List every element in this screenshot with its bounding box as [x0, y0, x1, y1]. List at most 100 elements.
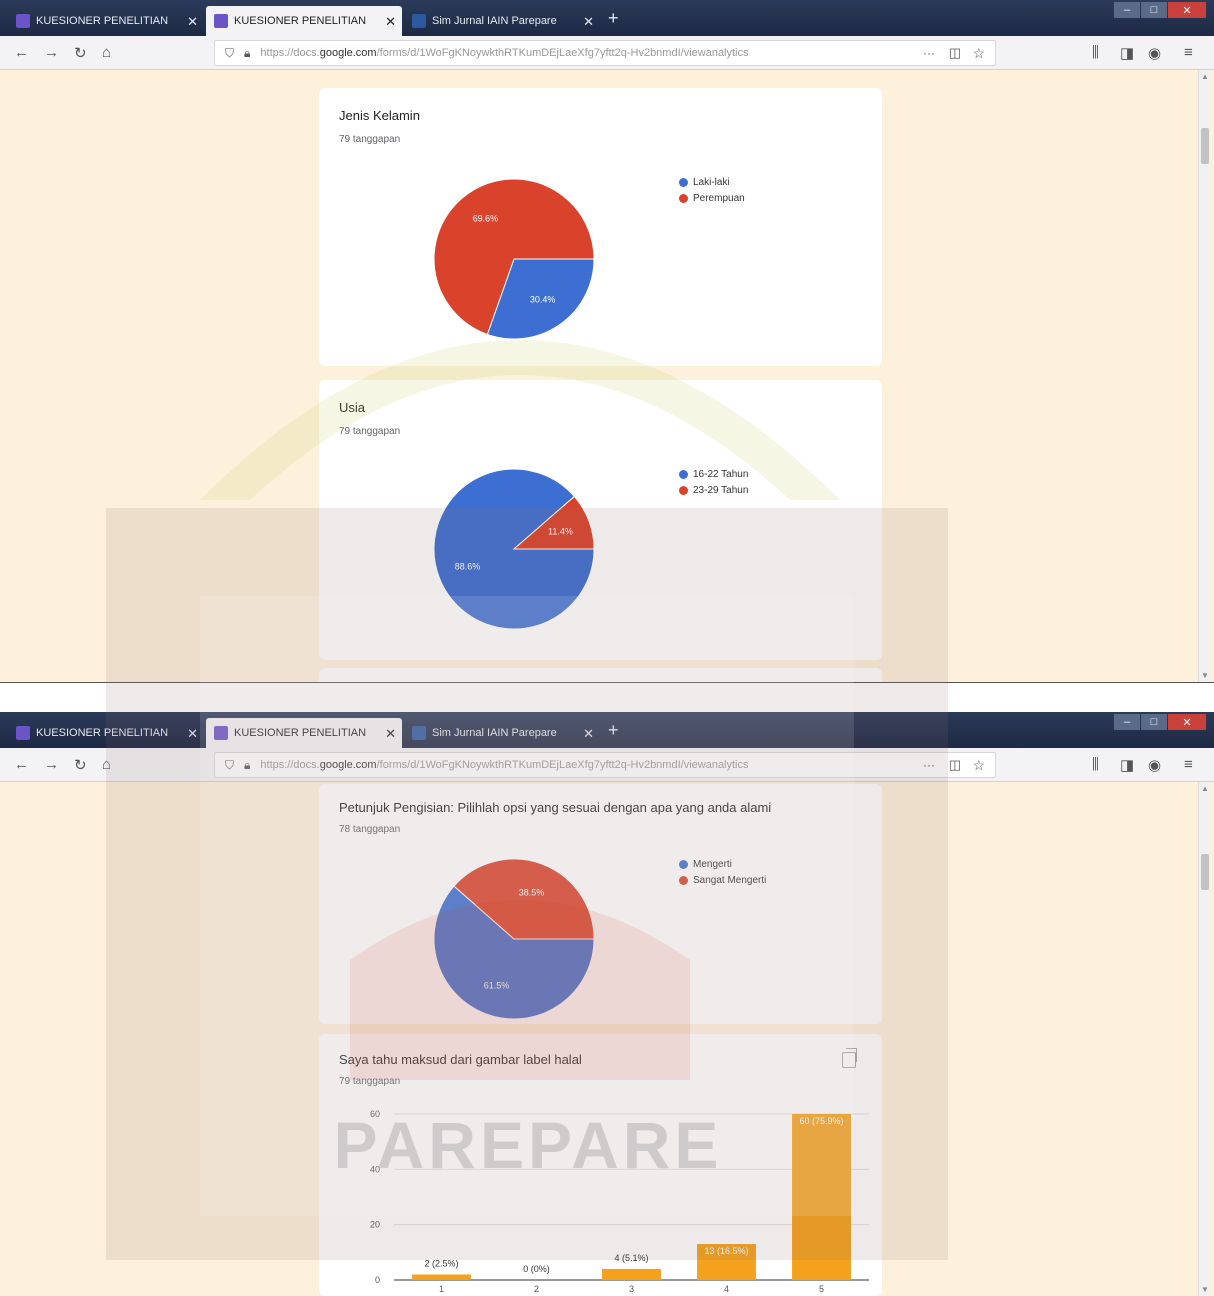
close-tab-icon[interactable]: ✕: [583, 726, 594, 742]
pocket-icon[interactable]: ◫: [949, 45, 961, 61]
tab-kuesioner-2[interactable]: KUESIONER PENELITIAN ✕: [206, 6, 402, 36]
journal-icon: [412, 726, 426, 740]
home-icon[interactable]: ⌂: [102, 756, 111, 773]
bar-data-label: 60 (75.9%): [799, 1116, 843, 1126]
tab-kuesioner-1[interactable]: KUESIONER PENELITIAN ✕: [8, 6, 204, 36]
legend-item-perempuan[interactable]: Perempuan: [679, 190, 745, 206]
scroll-thumb[interactable]: [1201, 128, 1209, 164]
close-tab-icon[interactable]: ✕: [583, 14, 594, 30]
legend-swatch: [679, 177, 688, 187]
tab-bar: KUESIONER PENELITIAN ✕ KUESIONER PENELIT…: [0, 0, 1214, 36]
question-title: Saya tahu maksud dari gambar label halal: [339, 1052, 582, 1067]
menu-icon[interactable]: ≡: [1184, 44, 1193, 61]
legend-item-sangat-mengerti[interactable]: Sangat Mengerti: [679, 872, 766, 888]
copy-chart-icon[interactable]: [842, 1048, 857, 1068]
shield-icon[interactable]: ⛉: [225, 46, 234, 61]
address-bar[interactable]: ⛉ 🔒︎ https://docs.google.com/forms/d/1Wo…: [214, 752, 996, 778]
menu-icon[interactable]: ≡: [1184, 756, 1193, 773]
instruction-pie-chart: 61.5% 38.5%: [433, 858, 595, 1020]
tab-bar: KUESIONER PENELITIAN ✕ KUESIONER PENELIT…: [0, 712, 1214, 748]
scroll-up-icon[interactable]: ▲: [1199, 784, 1211, 793]
close-tab-icon[interactable]: ✕: [385, 726, 396, 742]
scroll-up-icon[interactable]: ▲: [1199, 72, 1211, 81]
library-icon[interactable]: ⫼: [1092, 44, 1099, 61]
age-question-card: Usia 79 tanggapan 88.6% 11.4% 16-22 Tahun…: [319, 380, 882, 660]
back-icon[interactable]: ←: [14, 44, 29, 61]
address-bar[interactable]: ⛉ 🔒︎ https://docs.google.com/forms/d/1Wo…: [214, 40, 996, 66]
home-icon[interactable]: ⌂: [102, 44, 111, 61]
forms-icon: [214, 14, 228, 28]
new-tab-icon[interactable]: +: [608, 8, 619, 29]
bar-data-label: 2 (2.5%): [424, 1258, 458, 1268]
tab-sim-jurnal[interactable]: Sim Jurnal IAIN Parepare ✕: [404, 6, 600, 36]
bar-3[interactable]: [602, 1268, 661, 1280]
legend-swatch: [679, 859, 688, 869]
tab-kuesioner-2[interactable]: KUESIONER PENELITIAN ✕: [206, 718, 402, 748]
reload-icon[interactable]: ↻: [74, 44, 87, 62]
tab-kuesioner-1[interactable]: KUESIONER PENELITIAN ✕: [8, 718, 204, 748]
question-title: Usia: [339, 400, 366, 415]
legend-item-23-29[interactable]: 23-29 Tahun: [679, 482, 748, 498]
legend-item-16-22[interactable]: 16-22 Tahun: [679, 466, 748, 482]
shield-icon[interactable]: ⛉: [225, 758, 234, 773]
close-window-button[interactable]: ✕: [1168, 714, 1206, 730]
legend-item-mengerti[interactable]: Mengerti: [679, 856, 766, 872]
close-window-button[interactable]: ✕: [1168, 2, 1206, 18]
url-text[interactable]: https://docs.google.com/forms/d/1WoFgKNo…: [260, 759, 820, 771]
back-icon[interactable]: ←: [14, 756, 29, 773]
minimize-button[interactable]: –: [1114, 714, 1140, 730]
pie-slice-label: 69.6%: [473, 214, 499, 224]
tab-sim-jurnal[interactable]: Sim Jurnal IAIN Parepare ✕: [404, 718, 600, 748]
window-controls: – □ ✕: [1113, 714, 1206, 730]
page-scrollbar[interactable]: ▲ ▼: [1198, 782, 1210, 1296]
maximize-button[interactable]: □: [1141, 714, 1167, 730]
bar-1[interactable]: [412, 1274, 471, 1280]
legend-item-laki-laki[interactable]: Laki-laki: [679, 174, 745, 190]
legend-swatch: [679, 469, 688, 479]
minimize-button[interactable]: –: [1114, 2, 1140, 18]
maximize-button[interactable]: □: [1141, 2, 1167, 18]
reload-icon[interactable]: ↻: [74, 756, 87, 774]
sidebar-icon[interactable]: ◨: [1120, 756, 1134, 774]
nav-bar: ← → ↻ ⌂ ⛉ 🔒︎ https://docs.google.com/for…: [0, 36, 1214, 70]
gender-legend: Laki-laki Perempuan: [679, 174, 745, 206]
bookmark-star-icon[interactable]: ☆: [972, 757, 985, 774]
response-count: 79 tanggapan: [339, 1076, 401, 1087]
page-actions-icon[interactable]: ···: [923, 758, 935, 772]
scroll-down-icon[interactable]: ▼: [1199, 671, 1211, 680]
pie-slice-label: 11.4%: [548, 527, 573, 537]
y-tick-label: 20: [370, 1220, 380, 1230]
account-icon[interactable]: ◉: [1148, 756, 1161, 774]
bar-5[interactable]: [792, 1114, 851, 1280]
account-icon[interactable]: ◉: [1148, 44, 1161, 62]
forward-icon[interactable]: →: [44, 756, 59, 773]
scroll-down-icon[interactable]: ▼: [1199, 1285, 1211, 1294]
library-icon[interactable]: ⫼: [1092, 756, 1099, 773]
scroll-thumb[interactable]: [1201, 854, 1209, 890]
page-scrollbar[interactable]: ▲ ▼: [1198, 70, 1210, 682]
legend-swatch: [679, 193, 688, 203]
question-title: Petunjuk Pengisian: Pilihlah opsi yang s…: [339, 800, 772, 815]
instruction-question-card: Petunjuk Pengisian: Pilihlah opsi yang s…: [319, 784, 882, 1024]
x-tick-label: 3: [629, 1284, 634, 1294]
forms-icon: [16, 726, 30, 740]
response-count: 79 tanggapan: [339, 134, 401, 145]
close-tab-icon[interactable]: ✕: [385, 14, 396, 30]
forward-icon[interactable]: →: [44, 44, 59, 61]
page-actions-icon[interactable]: ···: [923, 46, 935, 60]
pie-slice-label: 38.5%: [519, 888, 545, 898]
close-tab-icon[interactable]: ✕: [187, 726, 198, 742]
legend-swatch: [679, 485, 688, 495]
bookmark-star-icon[interactable]: ☆: [972, 45, 985, 62]
url-text[interactable]: https://docs.google.com/forms/d/1WoFgKNo…: [260, 47, 820, 59]
new-tab-icon[interactable]: +: [608, 720, 619, 741]
sidebar-icon[interactable]: ◨: [1120, 44, 1134, 62]
halal-bar-chart: 0 20 40 60 2 (2.5%) 1 0 (0%) 2 4 (5.1%) 3 13 (16.5…: [370, 1109, 869, 1294]
lock-icon[interactable]: 🔒︎: [244, 758, 250, 773]
lock-icon[interactable]: 🔒︎: [244, 46, 250, 61]
y-tick-label: 40: [370, 1164, 380, 1174]
next-question-card: [319, 668, 882, 682]
close-tab-icon[interactable]: ✕: [187, 14, 198, 30]
window-controls: – □ ✕: [1113, 2, 1206, 18]
pocket-icon[interactable]: ◫: [949, 757, 961, 773]
